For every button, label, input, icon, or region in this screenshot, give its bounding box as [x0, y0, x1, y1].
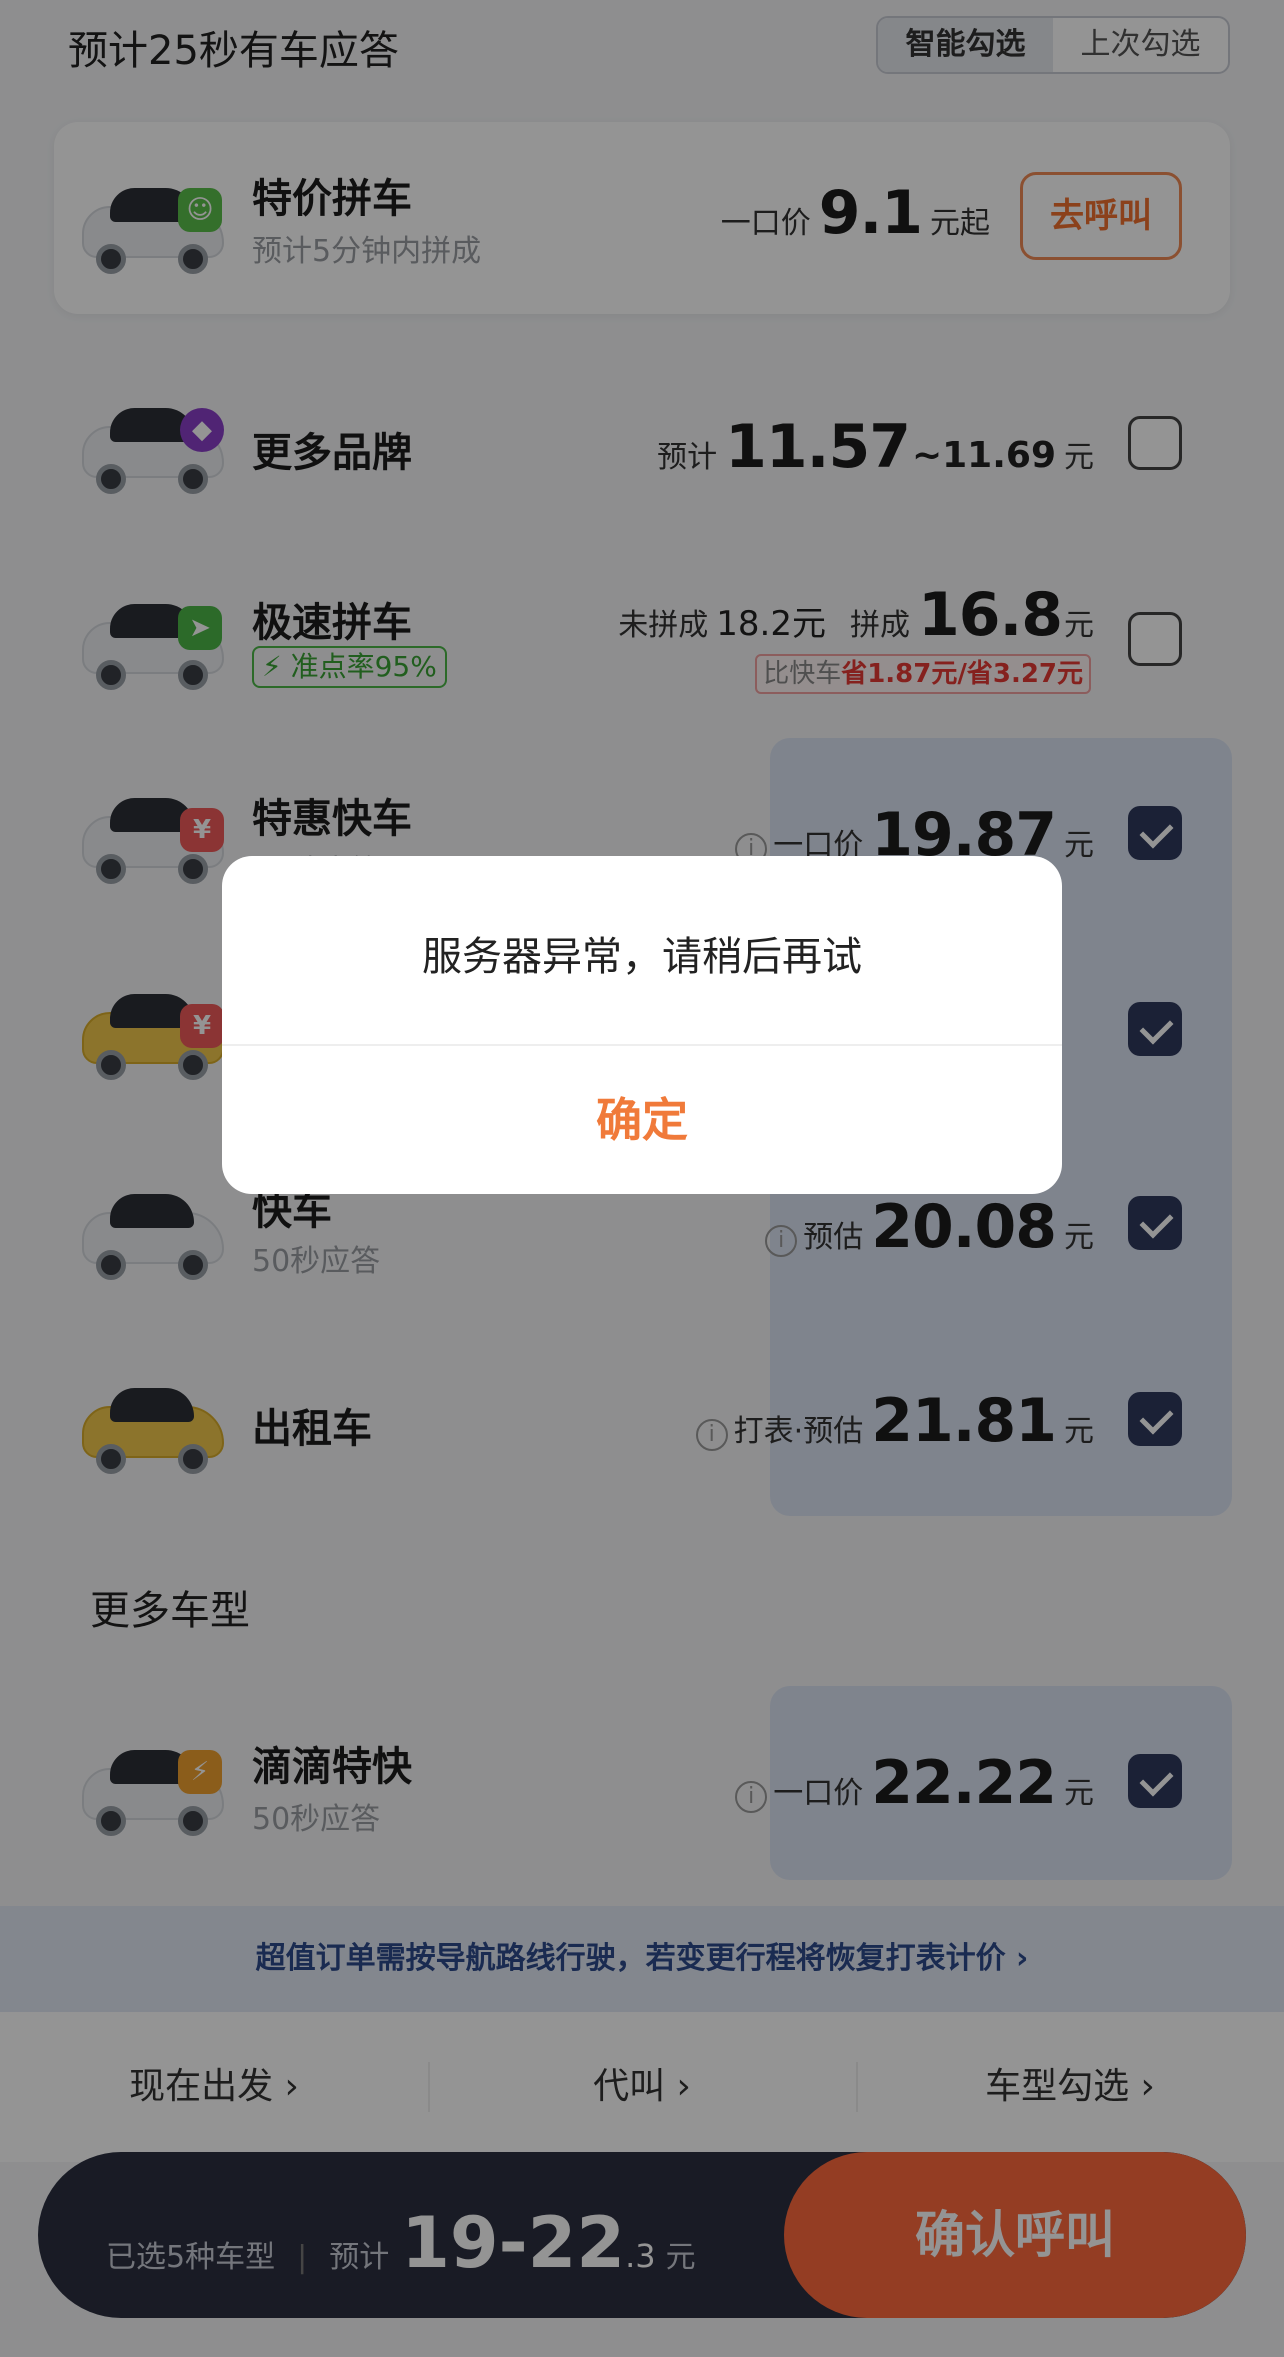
ride-selection-page: 预计25秒有车应答 智能勾选 上次勾选 ☺ 特价拼车 预计5分钟内拼成 一口价 …: [0, 0, 1284, 2357]
dialog-ok-button[interactable]: 确定: [222, 1046, 1062, 1194]
dialog-message: 服务器异常，请稍后再试: [422, 934, 862, 980]
error-dialog: 服务器异常，请稍后再试 确定: [222, 856, 1062, 1194]
